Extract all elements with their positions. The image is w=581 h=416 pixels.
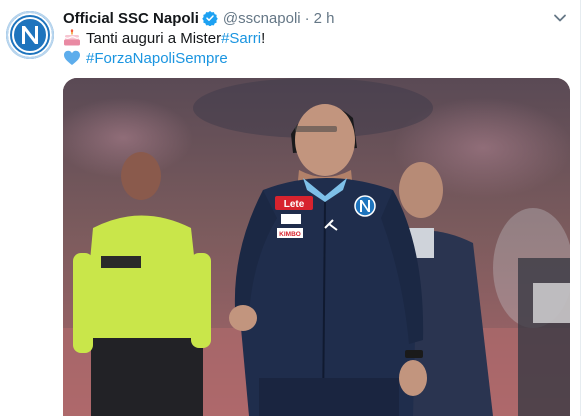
tweet-text-line-2: #ForzaNapoliSempre xyxy=(63,48,228,68)
birthday-cake-icon xyxy=(64,29,80,46)
avatar[interactable] xyxy=(6,11,54,59)
jacket-sponsor-text: Lete xyxy=(284,199,305,210)
timestamp[interactable]: 2 h xyxy=(314,10,335,27)
account-handle[interactable]: @sscnapoli xyxy=(223,10,301,27)
hashtag-sarri-link[interactable]: #Sarri xyxy=(221,30,261,47)
tweet-text-line-1: Tanti auguri a Mister #Sarri! xyxy=(63,28,265,48)
tweet-header: Official SSC Napoli @sscnapoli · 2 h xyxy=(63,8,334,28)
verified-badge-icon xyxy=(202,11,218,26)
jacket-patch-text: KIMBO xyxy=(279,231,301,238)
photo-sarri-on-pitch: Lete KIMBO xyxy=(63,78,570,416)
napoli-logo-icon xyxy=(8,13,52,57)
tweet-text-suffix: ! xyxy=(261,29,266,47)
chevron-down-icon[interactable] xyxy=(552,10,568,26)
separator-dot: · xyxy=(304,9,310,27)
hashtag-forzanapolisempre-link[interactable]: #ForzaNapoliSempre xyxy=(86,50,228,67)
blue-heart-icon xyxy=(64,50,80,65)
account-name[interactable]: Official SSC Napoli xyxy=(63,10,199,27)
tweet-card: Official SSC Napoli @sscnapoli · 2 h Tan… xyxy=(0,0,581,416)
tweet-media-photo[interactable]: Lete KIMBO xyxy=(63,78,570,416)
tweet-text: Tanti auguri a Mister xyxy=(86,29,222,47)
